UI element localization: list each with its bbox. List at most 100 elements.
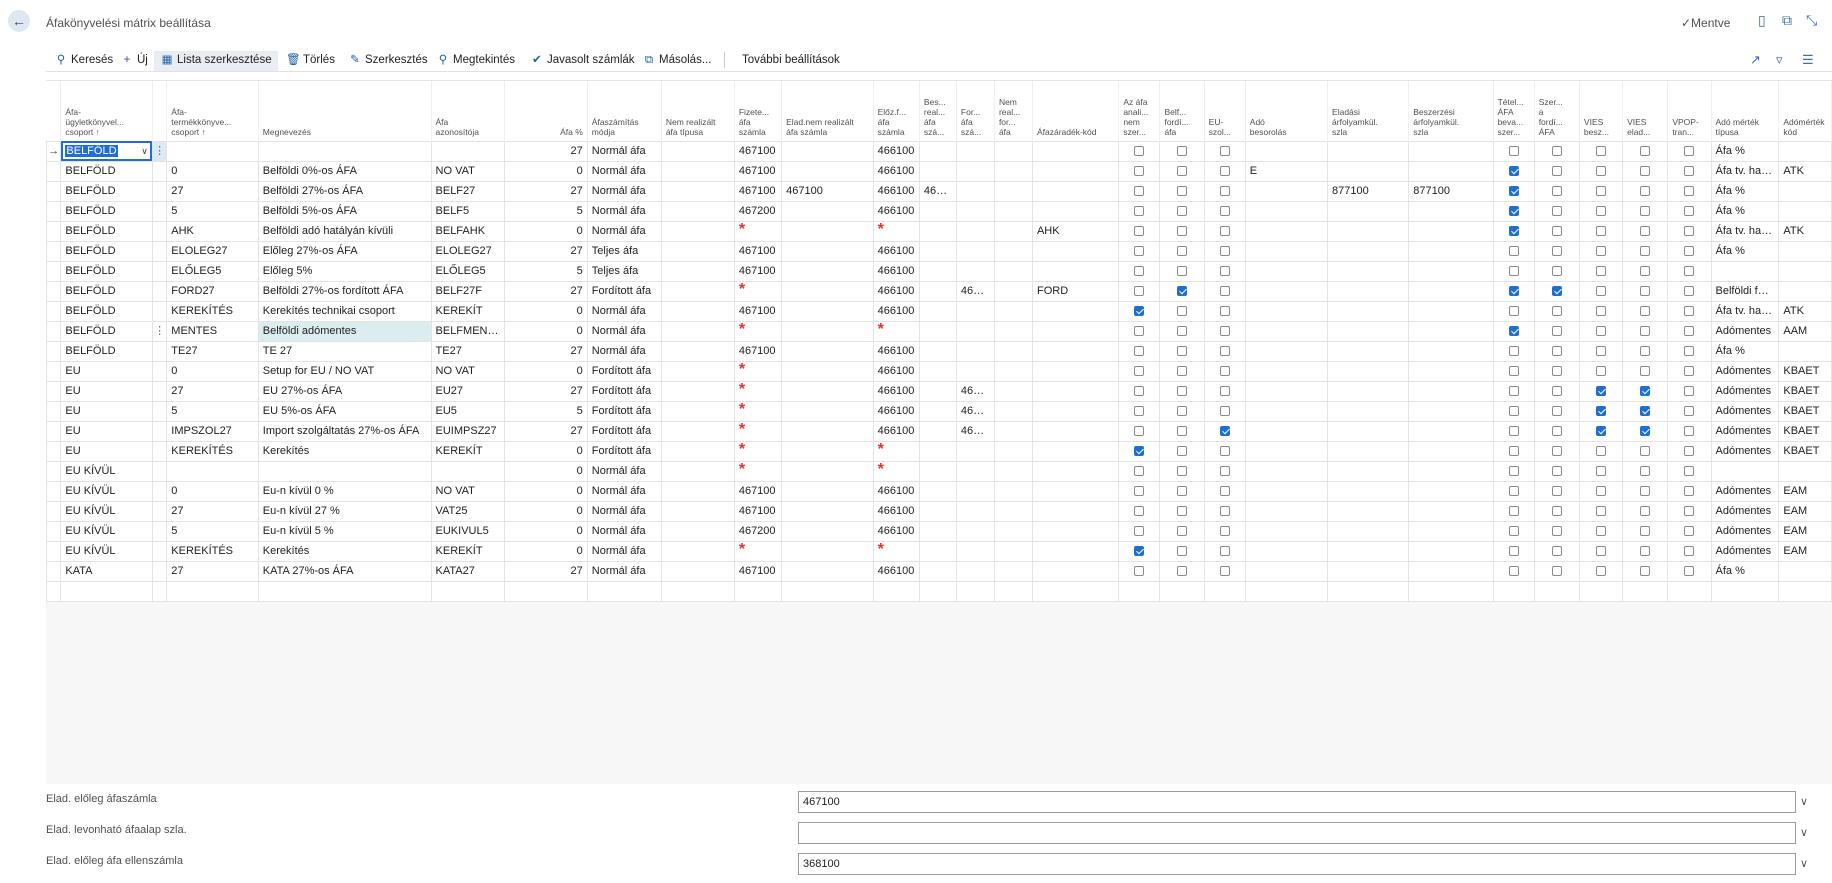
cell-desc[interactable] (257, 460, 432, 482)
cell-revchg[interactable] (955, 180, 995, 202)
checkbox[interactable] (1596, 426, 1606, 437)
checkbox[interactable] (1219, 546, 1230, 557)
row-marker[interactable]: → (45, 140, 62, 162)
checkbox[interactable] (1134, 386, 1145, 397)
cell-calc[interactable]: Normál áfa (586, 200, 662, 222)
cell-unreal[interactable] (660, 300, 735, 322)
table-row[interactable]: BELFÖLD ⋮ MENTES Belföldi adómentes BELFMENT… (45, 320, 1832, 342)
cell-purchunreal[interactable] (918, 360, 957, 382)
cell-salesunreal[interactable] (781, 360, 874, 382)
row-menu-icon[interactable] (151, 460, 168, 482)
cell-ratecode[interactable]: EAM (1778, 520, 1832, 542)
cell-payable[interactable]: 467100 (733, 480, 783, 502)
cell-payable[interactable]: * (733, 400, 783, 422)
cell-vatid[interactable]: EUKIVUL5 (430, 520, 505, 542)
column-header[interactable]: Tétel... ÁFA beva... szer... (1493, 81, 1535, 141)
checkbox[interactable] (1508, 546, 1519, 557)
column-header[interactable]: Megnevezés (258, 81, 432, 141)
row-marker[interactable] (45, 440, 62, 462)
column-header[interactable]: Eladási árfolyamkül. szla (1327, 81, 1410, 141)
cell-bus[interactable]: BELFÖLD (60, 340, 153, 362)
cell-unrealrev[interactable] (993, 440, 1033, 462)
cell-salesfx[interactable] (1327, 200, 1410, 222)
checkbox[interactable] (1684, 246, 1695, 257)
cell-prepay[interactable]: 466100 (872, 200, 920, 222)
cell-salesunreal[interactable] (781, 400, 874, 422)
cell-ratetype[interactable]: Áfa % (1710, 560, 1780, 582)
cell-desc[interactable]: Belföldi 27%-os fordított ÁFA (257, 280, 432, 302)
cell-vatid[interactable] (430, 460, 505, 482)
empty-cell[interactable] (1327, 580, 1410, 602)
column-header[interactable]: VIES besz... (1579, 81, 1624, 141)
cell-vatid[interactable]: KEREKÍT (430, 540, 505, 562)
chevron-down-icon[interactable]: ∨ (141, 142, 148, 160)
checkbox[interactable] (1684, 186, 1695, 197)
cell-salesfx[interactable] (1327, 160, 1410, 182)
cell-prod[interactable]: KEREKÍTÉS (166, 540, 259, 562)
cell-purchunreal[interactable] (918, 380, 957, 402)
cell-taxcat[interactable] (1244, 400, 1329, 422)
checkbox[interactable] (1684, 286, 1695, 297)
checkbox[interactable] (1219, 346, 1230, 357)
table-row[interactable]: KATA 27 KATA 27%-os ÁFA KATA27 27 Normál áfa 4… (45, 560, 1832, 582)
row-marker[interactable] (45, 200, 62, 222)
checkbox[interactable] (1551, 166, 1562, 177)
checkbox[interactable] (1684, 566, 1695, 577)
checkbox[interactable] (1134, 446, 1145, 457)
cell-prod[interactable]: ELOLEG27 (166, 240, 259, 262)
cell-prepay[interactable]: * (872, 460, 920, 482)
share-icon[interactable]: ↗ (1750, 52, 1761, 68)
cell-calc[interactable]: Normál áfa (586, 500, 662, 522)
cell-ratecode[interactable]: EAM (1778, 500, 1832, 522)
column-header[interactable]: Szer... a fordí... ÁFA (1534, 81, 1580, 141)
cell-pct[interactable]: 5 (503, 260, 588, 282)
cell-ratetype[interactable]: Adómentes (1710, 540, 1780, 562)
checkbox[interactable] (1640, 346, 1651, 357)
cell-salesfx[interactable] (1327, 240, 1410, 262)
cell-revchg[interactable] (955, 340, 995, 362)
checkbox[interactable] (1134, 506, 1145, 517)
checkbox[interactable] (1684, 546, 1695, 557)
checkbox[interactable] (1596, 146, 1606, 157)
row-menu-icon[interactable] (151, 560, 168, 582)
cell-revchg[interactable] (955, 140, 995, 162)
cell-purchfx[interactable] (1408, 360, 1494, 382)
cell-unrealrev[interactable] (993, 500, 1033, 522)
cell-vatid[interactable]: BELF27 (430, 180, 505, 202)
row-marker[interactable] (45, 480, 62, 502)
checkbox[interactable] (1640, 466, 1651, 477)
row-menu-icon[interactable] (151, 200, 168, 222)
checkbox[interactable] (1177, 566, 1188, 577)
cell-ratetype[interactable]: Adómentes (1710, 480, 1780, 502)
cell-ratecode[interactable] (1778, 280, 1832, 302)
cell-salesfx[interactable] (1327, 380, 1410, 402)
cell-unreal[interactable] (660, 480, 735, 502)
empty-cell[interactable] (1778, 580, 1832, 602)
checkbox[interactable] (1177, 326, 1188, 337)
table-row[interactable]: EU IMPSZOL27 Import szolgáltatás 27%-os ÁF… (45, 420, 1832, 442)
cell-ratecode[interactable]: KBAET (1778, 420, 1832, 442)
table-row[interactable]: EU KÍVÜL 0 Eu-n kívül 0 % NO VAT 0 Normál áfa… (45, 480, 1832, 502)
cell-ratecode[interactable] (1778, 460, 1832, 482)
cell-purchunreal[interactable] (918, 420, 957, 442)
table-row[interactable]: BELFÖLD AHK Belföldi adó hatályán kívüli BE… (45, 220, 1832, 242)
cell-purchunreal[interactable] (918, 240, 957, 262)
row-menu-icon[interactable] (151, 520, 168, 542)
cell-taxcat[interactable] (1244, 380, 1329, 402)
table-row[interactable]: BELFÖLD 0 Belföldi 0%-os ÁFA NO VAT 0 Normál … (45, 160, 1832, 182)
open-new-window-icon[interactable]: ⧉ (1782, 12, 1792, 29)
cell-bus[interactable]: EU KÍVÜL (60, 500, 153, 522)
cell-unreal[interactable] (660, 240, 735, 262)
cell-payable[interactable]: * (733, 420, 783, 442)
cell-ratetype[interactable]: Áfa % (1710, 340, 1780, 362)
checkbox[interactable] (1640, 326, 1651, 337)
checkbox[interactable] (1134, 206, 1145, 217)
cell-prepay[interactable]: * (872, 320, 920, 342)
cell-purchfx[interactable] (1408, 500, 1494, 522)
checkbox[interactable] (1134, 326, 1145, 337)
cell-salesfx[interactable] (1327, 540, 1410, 562)
cell-unreal[interactable] (660, 540, 735, 562)
table-row[interactable]: BELFÖLD FORD27 Belföldi 27%-os fordított Á… (45, 280, 1832, 302)
cell-vatid[interactable]: KATA27 (430, 560, 505, 582)
edit-list-button[interactable]: ▦ Lista szerkesztése (154, 51, 278, 71)
